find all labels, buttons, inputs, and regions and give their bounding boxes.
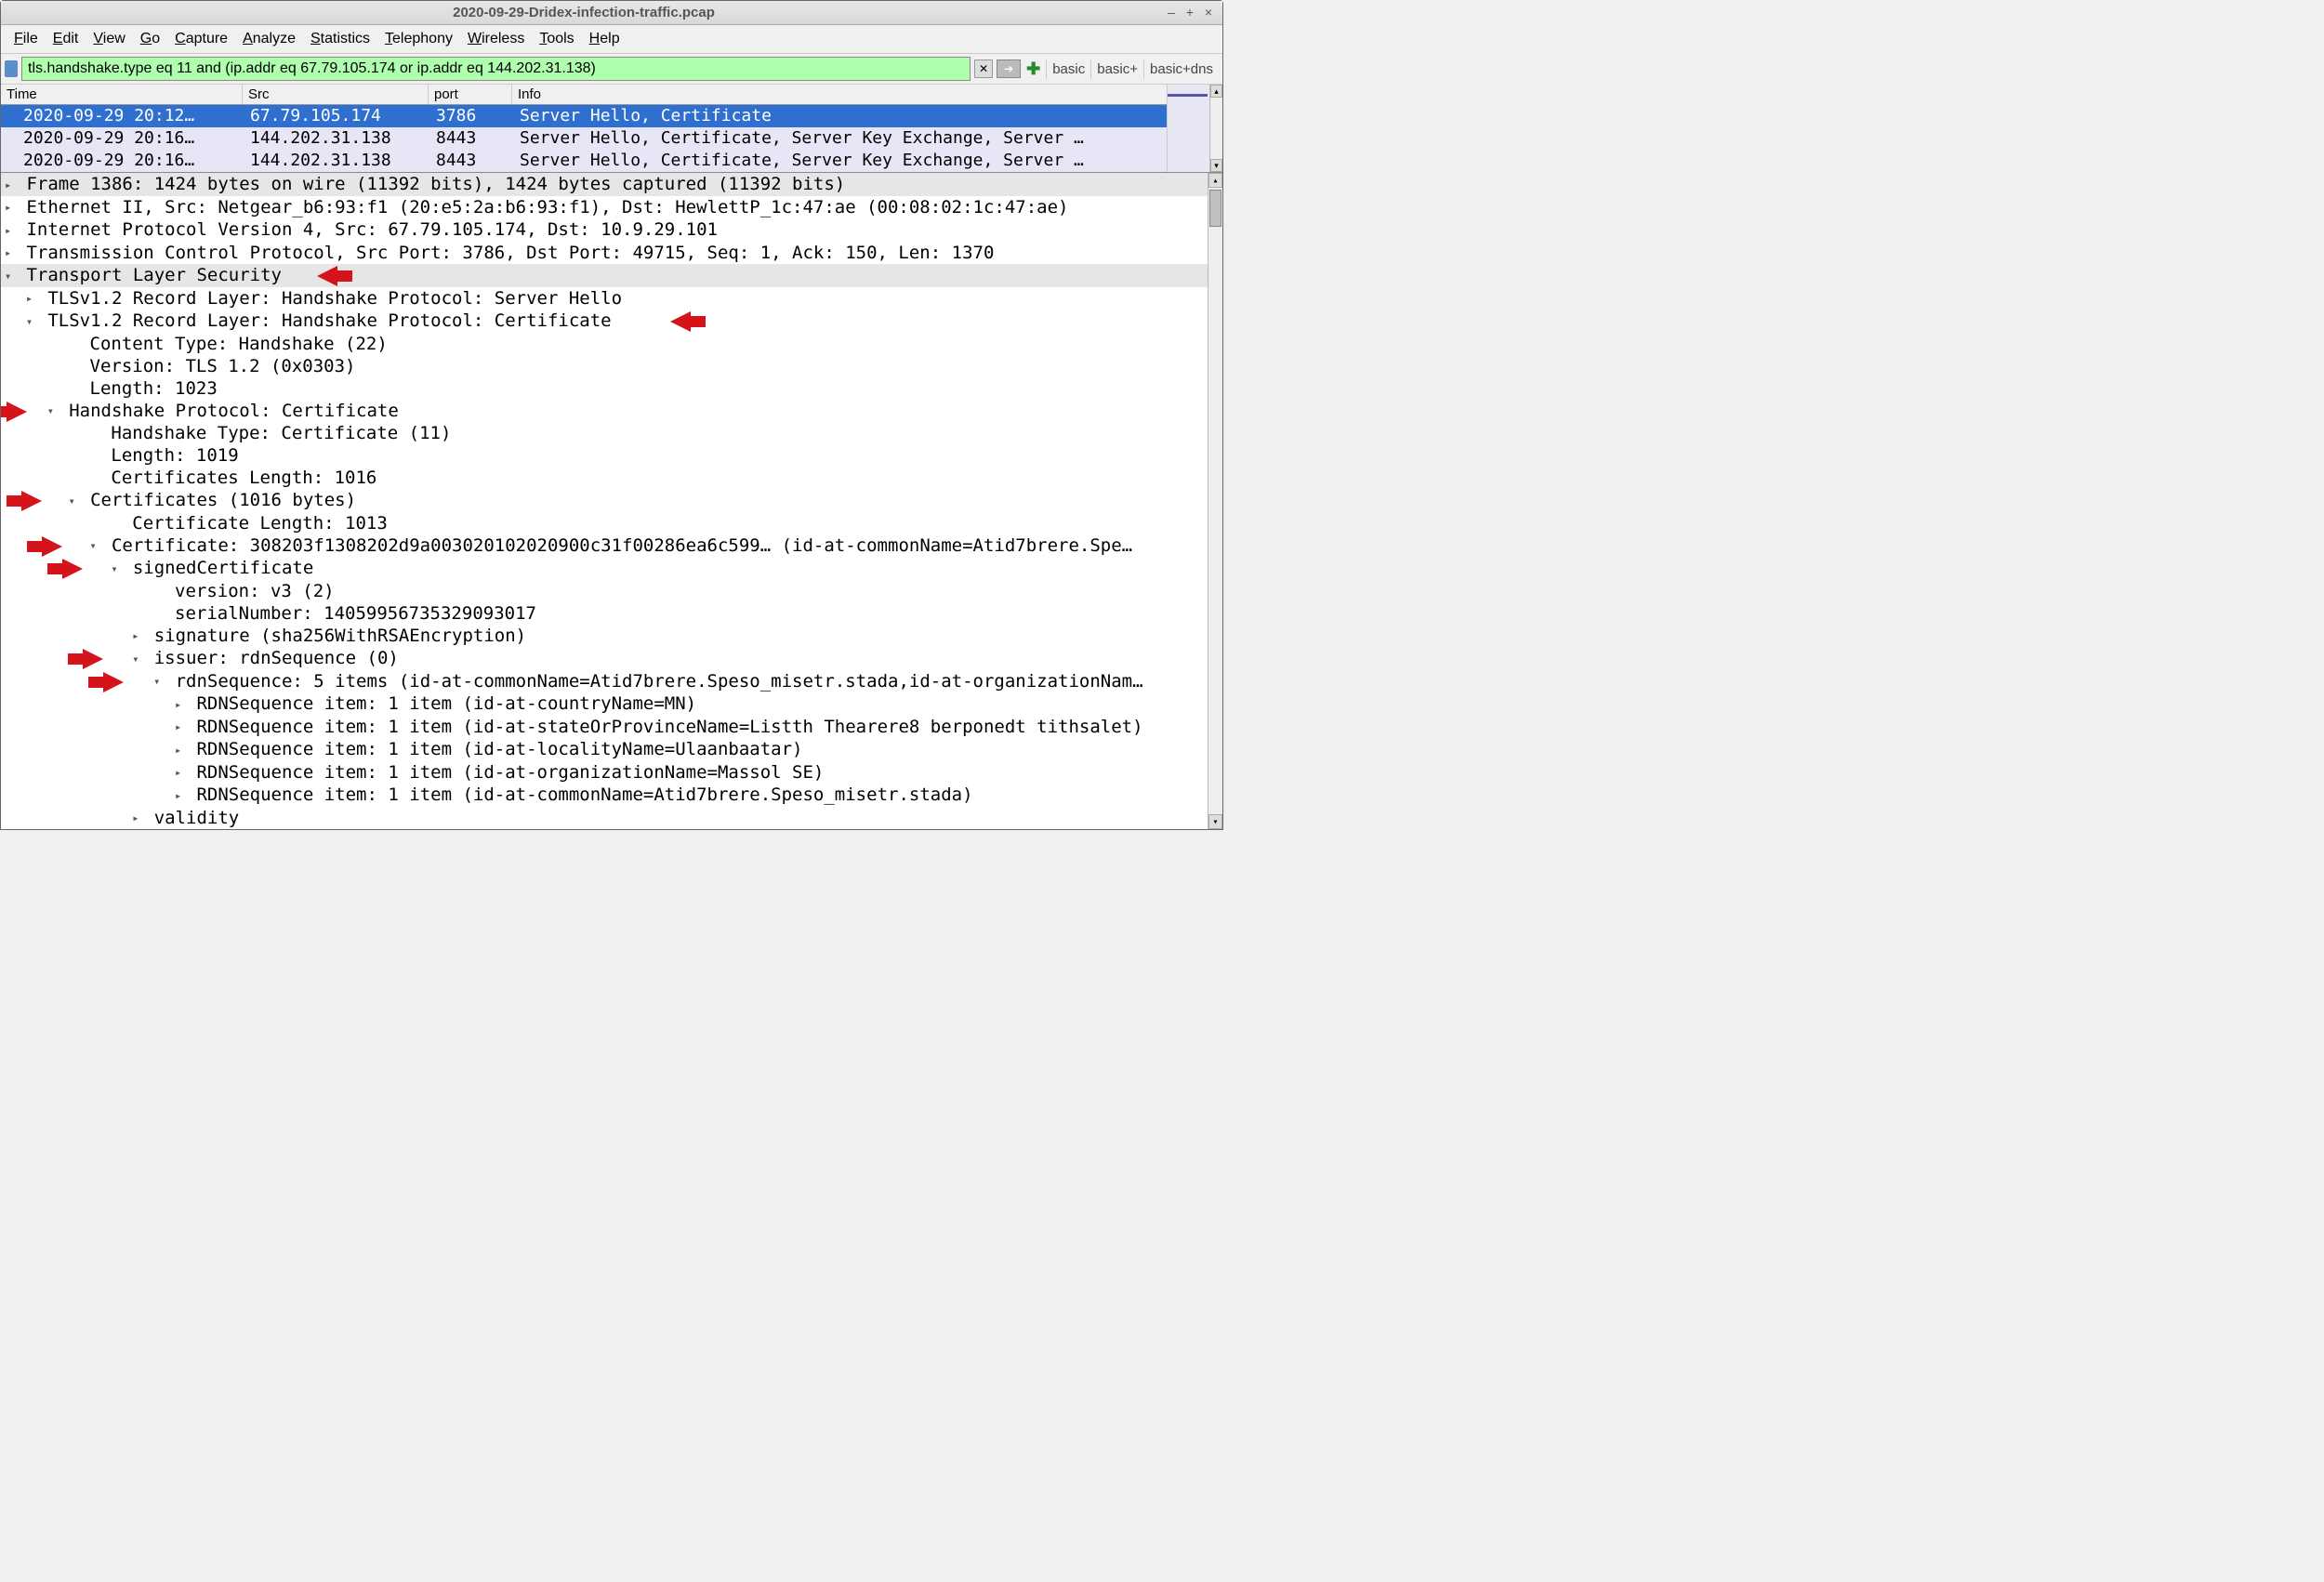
detail-line[interactable]: ▸ RDNSequence item: 1 item (id-at-organi…: [1, 761, 1222, 784]
expand-toggle-icon[interactable]: ▸: [5, 242, 16, 264]
annotation-arrow-icon: [670, 311, 691, 332]
col-info[interactable]: Info: [512, 85, 1222, 104]
packet-list-scrollbar[interactable]: ▴ ▾: [1209, 85, 1222, 172]
filter-preset-basic-plusdns[interactable]: basic+dns: [1143, 59, 1219, 79]
detail-line[interactable]: ▸ Transmission Control Protocol, Src Por…: [1, 242, 1222, 265]
window-title: 2020-09-29-Dridex-infection-traffic.pcap: [8, 5, 1159, 20]
expand-toggle-icon[interactable]: ▾: [153, 670, 165, 692]
detail-line[interactable]: Certificates Length: 1016: [1, 467, 1222, 489]
close-button[interactable]: ×: [1202, 7, 1215, 20]
menu-analyze[interactable]: Analyze: [235, 27, 303, 51]
detail-line[interactable]: ▾ Certificates (1016 bytes): [1, 489, 1222, 512]
menu-edit[interactable]: Edit: [46, 27, 86, 51]
titlebar: 2020-09-29-Dridex-infection-traffic.pcap…: [1, 1, 1222, 25]
expand-toggle-icon[interactable]: ▸: [5, 196, 16, 218]
annotation-arrow-icon: [42, 536, 62, 557]
menu-statistics[interactable]: Statistics: [303, 27, 377, 51]
packet-row[interactable]: 2020-09-29 20:16…144.202.31.1388443Serve…: [1, 150, 1222, 172]
menu-file[interactable]: File: [7, 27, 46, 51]
detail-line[interactable]: ▸ RDNSequence item: 1 item (id-at-stateO…: [1, 716, 1222, 739]
expand-toggle-icon[interactable]: ▾: [5, 265, 16, 287]
annotation-arrow-icon: [317, 266, 337, 286]
packet-row[interactable]: 2020-09-29 20:12…67.79.105.1743786Server…: [1, 105, 1222, 127]
detail-line[interactable]: Length: 1019: [1, 444, 1222, 467]
detail-line[interactable]: ▸ validity: [1, 807, 1222, 830]
menu-help[interactable]: Help: [582, 27, 627, 51]
clear-filter-button[interactable]: ✕: [974, 59, 993, 78]
detail-line[interactable]: ▾ Transport Layer Security: [1, 264, 1222, 287]
expand-toggle-icon[interactable]: ▸: [175, 693, 186, 716]
filter-bar: ✕ ➔ ✚ basicbasic+basic+dns: [1, 54, 1222, 85]
packet-details-pane[interactable]: ▸ Frame 1386: 1424 bytes on wire (11392 …: [1, 172, 1222, 829]
annotation-arrow-icon: [7, 402, 27, 422]
annotation-arrow-icon: [83, 649, 103, 669]
menu-view[interactable]: View: [86, 27, 132, 51]
expand-toggle-icon[interactable]: ▸: [26, 287, 37, 310]
expand-toggle-icon[interactable]: ▾: [111, 558, 122, 580]
filter-preset-basic-plus[interactable]: basic+: [1090, 59, 1143, 79]
menu-wireless[interactable]: Wireless: [460, 27, 532, 51]
expand-toggle-icon[interactable]: ▸: [175, 716, 186, 738]
annotation-arrow-icon: [103, 672, 124, 692]
expand-toggle-icon[interactable]: ▾: [90, 534, 101, 557]
bookmark-icon[interactable]: [5, 60, 18, 77]
detail-line[interactable]: ▸ signature (sha256WithRSAEncryption): [1, 625, 1222, 648]
menu-capture[interactable]: Capture: [167, 27, 235, 51]
detail-line[interactable]: serialNumber: 14059956735329093017: [1, 602, 1222, 625]
detail-line[interactable]: ▸ TLSv1.2 Record Layer: Handshake Protoc…: [1, 287, 1222, 310]
detail-line[interactable]: ▾ signedCertificate: [1, 557, 1222, 580]
col-port[interactable]: port: [429, 85, 512, 104]
menu-telephony[interactable]: Telephony: [377, 27, 460, 51]
detail-line[interactable]: Certificate Length: 1013: [1, 512, 1222, 534]
expand-toggle-icon[interactable]: ▸: [5, 219, 16, 242]
detail-line[interactable]: ▸ Frame 1386: 1424 bytes on wire (11392 …: [1, 173, 1222, 196]
detail-line[interactable]: ▸ RDNSequence item: 1 item (id-at-locali…: [1, 738, 1222, 761]
detail-line[interactable]: ▾ rdnSequence: 5 items (id-at-commonName…: [1, 670, 1222, 693]
expand-toggle-icon[interactable]: ▸: [132, 807, 143, 829]
expand-toggle-icon[interactable]: ▸: [5, 174, 16, 196]
col-time[interactable]: Time: [1, 85, 243, 104]
detail-line[interactable]: Content Type: Handshake (22): [1, 333, 1222, 355]
expand-toggle-icon[interactable]: ▾: [69, 490, 80, 512]
detail-line[interactable]: ▸ Ethernet II, Src: Netgear_b6:93:f1 (20…: [1, 196, 1222, 219]
expand-toggle-icon[interactable]: ▸: [175, 761, 186, 784]
add-filter-icon[interactable]: ✚: [1024, 59, 1042, 79]
filter-preset-basic[interactable]: basic: [1046, 59, 1090, 79]
annotation-arrow-icon: [62, 559, 83, 579]
packet-list-pane: Time Src port Info 2020-09-29 20:12…67.7…: [1, 85, 1222, 172]
minimize-button[interactable]: –: [1165, 7, 1178, 20]
detail-line[interactable]: ▾ issuer: rdnSequence (0): [1, 647, 1222, 670]
detail-line[interactable]: ▸ Internet Protocol Version 4, Src: 67.7…: [1, 218, 1222, 242]
expand-toggle-icon[interactable]: ▸: [132, 625, 143, 647]
expand-toggle-icon[interactable]: ▾: [47, 400, 59, 422]
detail-line[interactable]: ▾ Handshake Protocol: Certificate: [1, 400, 1222, 423]
annotation-arrow-icon: [21, 491, 42, 511]
detail-line[interactable]: ▸ RDNSequence item: 1 item (id-at-common…: [1, 784, 1222, 807]
detail-line[interactable]: Length: 1023: [1, 377, 1222, 400]
detail-line[interactable]: ▾ TLSv1.2 Record Layer: Handshake Protoc…: [1, 310, 1222, 333]
expand-toggle-icon[interactable]: ▾: [26, 310, 37, 333]
detail-line[interactable]: Version: TLS 1.2 (0x0303): [1, 355, 1222, 377]
display-filter-input[interactable]: [21, 57, 971, 81]
menubar: FileEditViewGoCaptureAnalyzeStatisticsTe…: [1, 25, 1222, 54]
menu-go[interactable]: Go: [133, 27, 167, 51]
detail-line[interactable]: ▸ RDNSequence item: 1 item (id-at-countr…: [1, 692, 1222, 716]
packet-list-header[interactable]: Time Src port Info: [1, 85, 1222, 105]
detail-line[interactable]: Handshake Type: Certificate (11): [1, 422, 1222, 444]
expand-toggle-icon[interactable]: ▾: [132, 648, 143, 670]
maximize-button[interactable]: +: [1183, 7, 1196, 20]
detail-line[interactable]: ▾ Certificate: 308203f1308202d9a00302010…: [1, 534, 1222, 558]
detail-line[interactable]: version: v3 (2): [1, 580, 1222, 602]
expand-toggle-icon[interactable]: ▸: [175, 739, 186, 761]
details-scrollbar[interactable]: ▴ ▾: [1208, 173, 1222, 829]
packet-row[interactable]: 2020-09-29 20:16…144.202.31.1388443Serve…: [1, 127, 1222, 150]
expand-toggle-icon[interactable]: ▸: [175, 784, 186, 807]
col-src[interactable]: Src: [243, 85, 429, 104]
menu-tools[interactable]: Tools: [532, 27, 581, 51]
apply-filter-button[interactable]: ➔: [997, 59, 1021, 78]
